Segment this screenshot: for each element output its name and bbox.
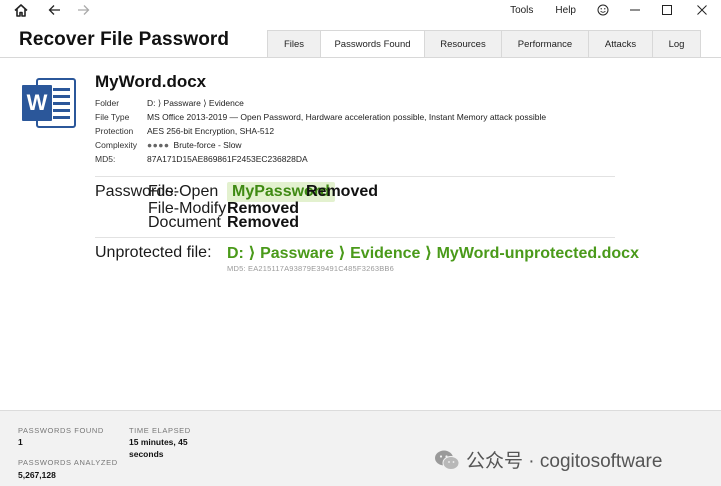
time-elapsed-label: TIME ELAPSED <box>129 426 191 435</box>
tab-performance[interactable]: Performance <box>502 30 589 58</box>
file-name: MyWord.docx <box>95 72 207 91</box>
close-icon[interactable] <box>683 0 721 20</box>
detail-row-folder: Folder D: ⟩ Passware ⟩ Evidence <box>95 96 546 110</box>
detail-row-md5: MD5: 87A171D15AE869861F2453EC236828DA <box>95 152 546 166</box>
md5-value: 87A171D15AE869861F2453EC236828DA <box>147 154 308 164</box>
password-type-file-open: File-Open <box>148 183 219 200</box>
complexity-dots: ●●●● <box>147 140 170 150</box>
word-file-icon: W <box>21 75 77 131</box>
detail-row-file-type: File Type MS Office 2013-2019 — Open Pas… <box>95 110 546 124</box>
detail-row-complexity: Complexity ●●●● Brute-force - Slow <box>95 138 546 152</box>
detail-row-protection: Protection AES 256-bit Encryption, SHA-5… <box>95 124 546 138</box>
detail-label: MD5: <box>95 154 116 164</box>
unprotected-file-label: Unprotected file: <box>95 244 212 261</box>
smiley-icon[interactable] <box>587 0 619 20</box>
minimize-icon[interactable] <box>619 0 651 20</box>
tab-resources[interactable]: Resources <box>425 30 502 58</box>
password-status: Removed <box>306 183 379 200</box>
password-type-document: Document <box>148 214 221 231</box>
section-divider <box>95 176 615 177</box>
protection-value: AES 256-bit Encryption, SHA-512 <box>147 126 275 136</box>
tab-bar: Files Passwords Found Resources Performa… <box>267 30 701 58</box>
time-elapsed-value-line2: seconds <box>129 449 164 459</box>
passwords-analyzed-label: PASSWORDS ANALYZED <box>18 458 118 467</box>
tab-passwords-found[interactable]: Passwords Found <box>321 30 425 58</box>
file-type-value: MS Office 2013-2019 — Open Password, Har… <box>147 112 547 122</box>
word-icon-letter: W <box>26 90 48 115</box>
password-status: Removed <box>227 214 300 231</box>
watermark-text: 公众号 · cogitosoftware <box>466 451 663 472</box>
time-elapsed-value-line1: 15 minutes, 45 <box>129 437 188 447</box>
section-divider <box>95 237 615 238</box>
header-divider <box>0 57 721 58</box>
forward-arrow-icon[interactable] <box>72 0 94 20</box>
unprotected-md5: MD5: EA215117A93879E39491C485F3263BB6 <box>227 263 394 273</box>
title-bar: Tools Help <box>0 0 721 22</box>
detail-label: Complexity <box>95 140 138 150</box>
tools-menu[interactable]: Tools <box>499 5 544 16</box>
passwords-analyzed-value: 5,267,128 <box>18 470 56 480</box>
tab-files[interactable]: Files <box>267 30 321 58</box>
home-icon[interactable] <box>10 0 32 20</box>
passwords-found-label: PASSWORDS FOUND <box>18 426 104 435</box>
help-menu[interactable]: Help <box>544 5 587 16</box>
tab-attacks[interactable]: Attacks <box>589 30 653 58</box>
maximize-icon[interactable] <box>651 0 683 20</box>
tab-log[interactable]: Log <box>653 30 701 58</box>
folder-path: D: ⟩ Passware ⟩ Evidence <box>147 97 244 108</box>
detail-label: Folder <box>95 98 120 108</box>
passwords-found-value: 1 <box>18 437 23 447</box>
wechat-logo-icon <box>435 450 460 470</box>
detail-label: File Type <box>95 112 130 122</box>
complexity-value: Brute-force - Slow <box>173 140 242 150</box>
back-arrow-icon[interactable] <box>43 0 65 20</box>
detail-label: Protection <box>95 126 134 136</box>
page-title: Recover File Password <box>19 29 230 50</box>
file-details: Folder D: ⟩ Passware ⟩ Evidence File Typ… <box>95 96 546 166</box>
watermark: 公众号 · cogitosoftware <box>434 446 662 473</box>
unprotected-file-link[interactable]: D: ⟩ Passware ⟩ Evidence ⟩ MyWord-unprot… <box>227 245 639 262</box>
